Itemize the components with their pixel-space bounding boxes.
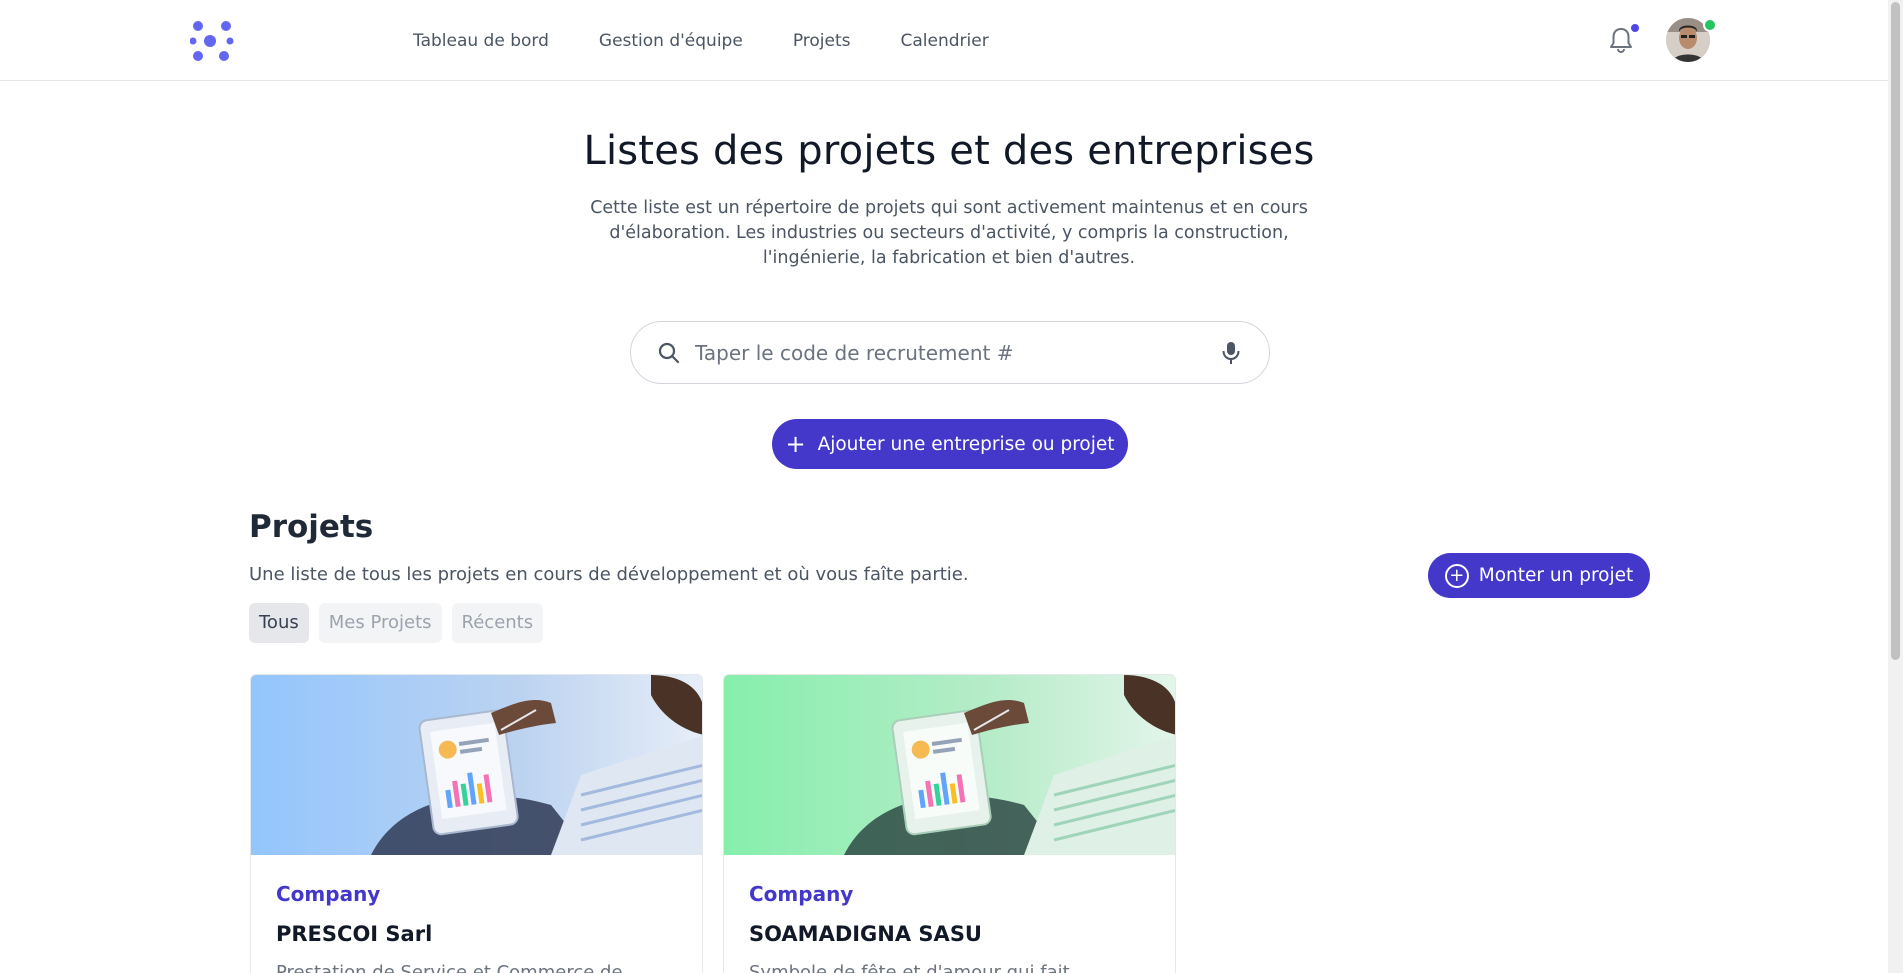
project-card-description: Prestation de Service et Commerce de bbox=[276, 962, 623, 973]
mount-project-button[interactable]: + Monter un projet bbox=[1428, 553, 1650, 598]
project-card[interactable]: Company PRESCOI Sarl Prestation de Servi… bbox=[250, 674, 703, 973]
main-nav: Tableau de bord Gestion d'équipe Projets… bbox=[413, 28, 1039, 54]
project-card-image bbox=[251, 675, 702, 855]
search-input[interactable] bbox=[695, 336, 1195, 370]
filter-tab-all[interactable]: Tous bbox=[249, 603, 309, 643]
nav-item-team[interactable]: Gestion d'équipe bbox=[599, 28, 743, 54]
add-company-or-project-button[interactable]: + Ajouter une entreprise ou projet bbox=[772, 419, 1128, 469]
plus-circle-icon: + bbox=[1444, 563, 1469, 588]
add-button-label: Ajouter une entreprise ou projet bbox=[817, 433, 1115, 455]
page-title: Listes des projets et des entreprises bbox=[583, 128, 1315, 174]
nav-item-dashboard[interactable]: Tableau de bord bbox=[413, 28, 549, 54]
search-bar[interactable] bbox=[630, 321, 1270, 384]
microphone-icon[interactable] bbox=[1219, 340, 1243, 366]
project-card-category: Company bbox=[749, 882, 854, 906]
app-logo-icon[interactable] bbox=[189, 20, 234, 62]
project-card-name[interactable]: SOAMADIGNA SASU bbox=[749, 922, 982, 946]
page-subtitle: Cette liste est un répertoire de projets… bbox=[590, 198, 1308, 268]
mount-button-label: Monter un projet bbox=[1478, 565, 1634, 586]
project-filter-tabs: Tous Mes Projets Récents bbox=[249, 603, 544, 643]
project-card-image bbox=[724, 675, 1175, 855]
plus-icon: + bbox=[785, 430, 806, 458]
filter-tab-my-projects[interactable]: Mes Projets bbox=[318, 603, 442, 643]
online-status-dot bbox=[1703, 18, 1717, 32]
nav-item-projects[interactable]: Projets bbox=[793, 28, 851, 54]
projects-section-title: Projets bbox=[249, 509, 374, 545]
filter-tab-recent[interactable]: Récents bbox=[451, 603, 544, 643]
search-icon bbox=[657, 341, 681, 365]
project-card[interactable]: Company SOAMADIGNA SASU Symbole de fête … bbox=[723, 674, 1176, 973]
project-card-description: Symbole de fête et d'amour qui fait bbox=[749, 962, 1070, 973]
project-card-name[interactable]: PRESCOI Sarl bbox=[276, 922, 432, 946]
top-navbar: Tableau de bord Gestion d'équipe Projets… bbox=[0, 0, 1903, 81]
project-card-category: Company bbox=[276, 882, 381, 906]
scrollbar-thumb[interactable] bbox=[1891, 2, 1900, 660]
projects-section-description: Une liste de tous les projets en cours d… bbox=[249, 564, 969, 585]
notification-dot bbox=[1630, 23, 1640, 33]
nav-item-calendar[interactable]: Calendrier bbox=[901, 28, 989, 54]
